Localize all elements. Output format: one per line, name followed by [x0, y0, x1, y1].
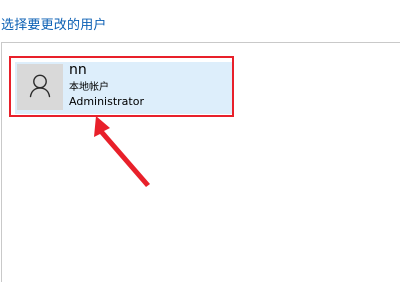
- user-accounts-page: 选择要更改的用户 nn 本地帐户 Administrator: [0, 0, 400, 300]
- user-name: nn: [69, 62, 87, 78]
- account-role-label: Administrator: [69, 95, 144, 108]
- user-tile-nn[interactable]: nn 本地帐户 Administrator: [15, 62, 232, 114]
- page-title: 选择要更改的用户: [1, 18, 107, 33]
- user-silhouette-icon: [29, 74, 51, 98]
- account-type-label: 本地帐户: [69, 82, 109, 93]
- avatar: [17, 64, 63, 110]
